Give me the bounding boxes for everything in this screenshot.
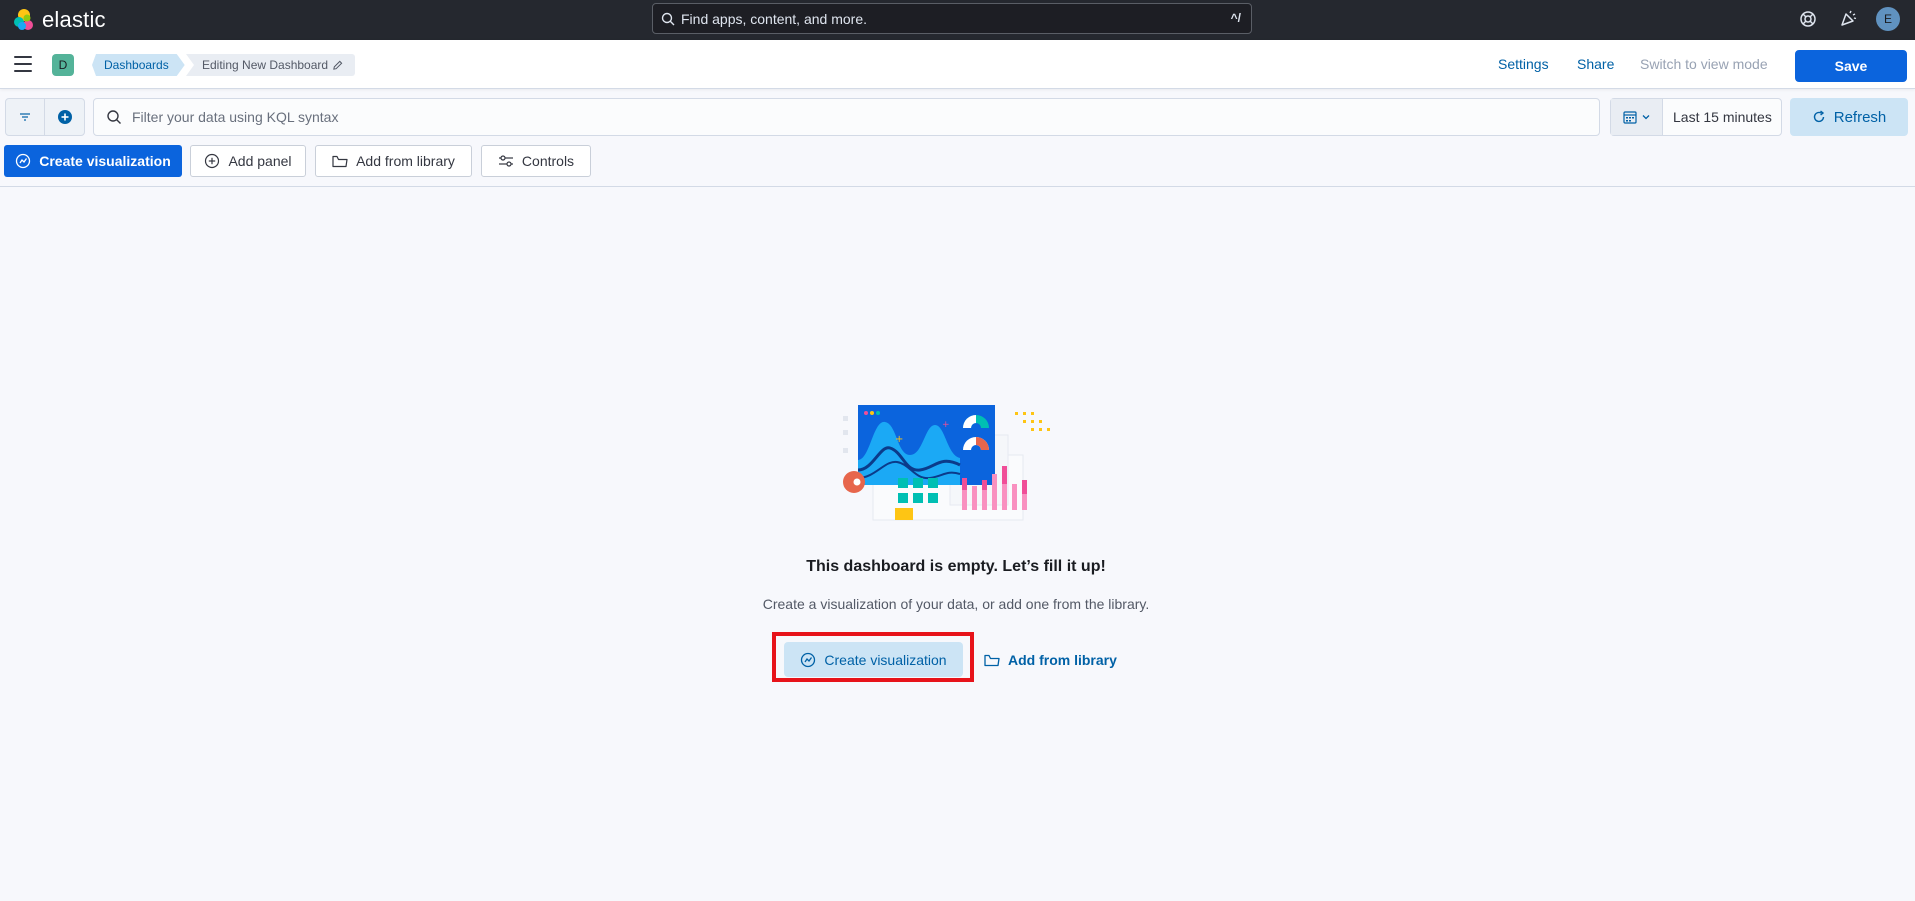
plus-in-circle-icon xyxy=(205,153,220,169)
quick-select-button[interactable] xyxy=(1611,99,1663,135)
elastic-logo[interactable]: elastic xyxy=(12,7,106,33)
menu-icon[interactable] xyxy=(12,54,34,74)
breadcrumb-bar: D Dashboards Editing New Dashboard Setti… xyxy=(0,40,1915,89)
empty-state-create-visualization-label: Create visualization xyxy=(824,651,947,668)
global-search-placeholder: Find apps, content, and more. xyxy=(681,10,867,27)
kql-search-input[interactable]: Filter your data using KQL syntax xyxy=(93,98,1600,136)
empty-state-add-from-library-label: Add from library xyxy=(1008,651,1117,668)
date-picker[interactable]: Last 15 minutes xyxy=(1610,98,1782,136)
share-link[interactable]: Share xyxy=(1577,56,1614,72)
switch-to-view-mode-link[interactable]: Switch to view mode xyxy=(1640,56,1768,72)
svg-text:+: + xyxy=(942,420,950,430)
add-from-library-button[interactable]: Add from library xyxy=(315,145,472,177)
folder-icon xyxy=(332,155,348,168)
plus-in-circle-icon xyxy=(57,110,72,124)
visualize-app-icon xyxy=(801,652,816,667)
save-button[interactable]: Save xyxy=(1795,50,1907,82)
search-icon xyxy=(661,12,675,25)
visualize-app-icon xyxy=(16,153,31,169)
filter-menu-button[interactable] xyxy=(6,99,46,135)
controls-label: Controls xyxy=(521,153,575,169)
pencil-icon xyxy=(333,60,343,70)
add-from-library-label: Add from library xyxy=(356,153,455,169)
create-visualization-button[interactable]: Create visualization xyxy=(4,145,182,177)
elastic-logo-icon xyxy=(14,9,33,30)
newsfeed-icon[interactable] xyxy=(1837,8,1859,30)
empty-dashboard-illustration: + + xyxy=(843,405,1050,521)
chevron-down-icon xyxy=(1642,115,1649,120)
add-panel-button[interactable]: Add panel xyxy=(190,145,306,177)
refresh-icon xyxy=(1813,110,1824,123)
global-search-input[interactable]: Find apps, content, and more. ^/ xyxy=(652,3,1252,34)
filter-controls xyxy=(5,98,85,136)
space-avatar[interactable]: D xyxy=(52,54,74,76)
empty-state-create-visualization-button[interactable]: Create visualization xyxy=(784,642,963,677)
breadcrumb-current[interactable]: Editing New Dashboard xyxy=(186,54,356,76)
create-visualization-label: Create visualization xyxy=(39,153,171,169)
breadcrumb-current-label: Editing New Dashboard xyxy=(202,58,329,72)
kql-placeholder: Filter your data using KQL syntax xyxy=(132,109,339,125)
brand-name: elastic xyxy=(42,7,106,32)
filter-icon xyxy=(20,113,30,121)
search-shortcut: ^/ xyxy=(1230,11,1241,25)
global-header: elastic Find apps, content, and more. ^/… xyxy=(0,0,1915,40)
empty-state-description: Create a visualization of your data, or … xyxy=(762,596,1150,612)
toolbar-divider xyxy=(0,186,1915,187)
settings-link[interactable]: Settings xyxy=(1498,56,1549,72)
controls-icon xyxy=(498,155,513,167)
svg-text:+: + xyxy=(895,434,903,445)
add-panel-label: Add panel xyxy=(228,153,292,169)
controls-button[interactable]: Controls xyxy=(481,145,591,177)
help-icon[interactable] xyxy=(1797,8,1819,30)
refresh-button[interactable]: Refresh xyxy=(1790,98,1908,136)
calendar-icon xyxy=(1622,111,1637,124)
empty-state-add-from-library-button[interactable]: Add from library xyxy=(984,642,1124,677)
user-avatar[interactable]: E xyxy=(1876,7,1900,31)
refresh-label: Refresh xyxy=(1833,108,1887,126)
folder-icon xyxy=(984,654,1000,666)
search-icon xyxy=(107,110,121,124)
empty-state-title: This dashboard is empty. Let’s fill it u… xyxy=(806,558,1106,575)
breadcrumb-dashboards[interactable]: Dashboards xyxy=(92,54,185,76)
time-range-label[interactable]: Last 15 minutes xyxy=(1673,109,1772,125)
add-filter-button[interactable] xyxy=(45,99,84,135)
